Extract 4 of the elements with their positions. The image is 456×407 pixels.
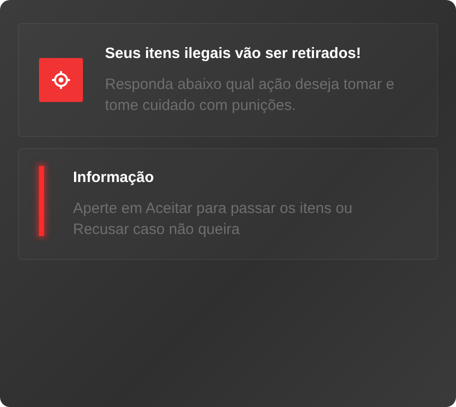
notification-title: Informação xyxy=(73,168,155,186)
accent-bar xyxy=(39,166,44,236)
target-icon xyxy=(39,58,83,102)
notification-title: Seus itens ilegais vão ser retirados! xyxy=(105,44,362,62)
